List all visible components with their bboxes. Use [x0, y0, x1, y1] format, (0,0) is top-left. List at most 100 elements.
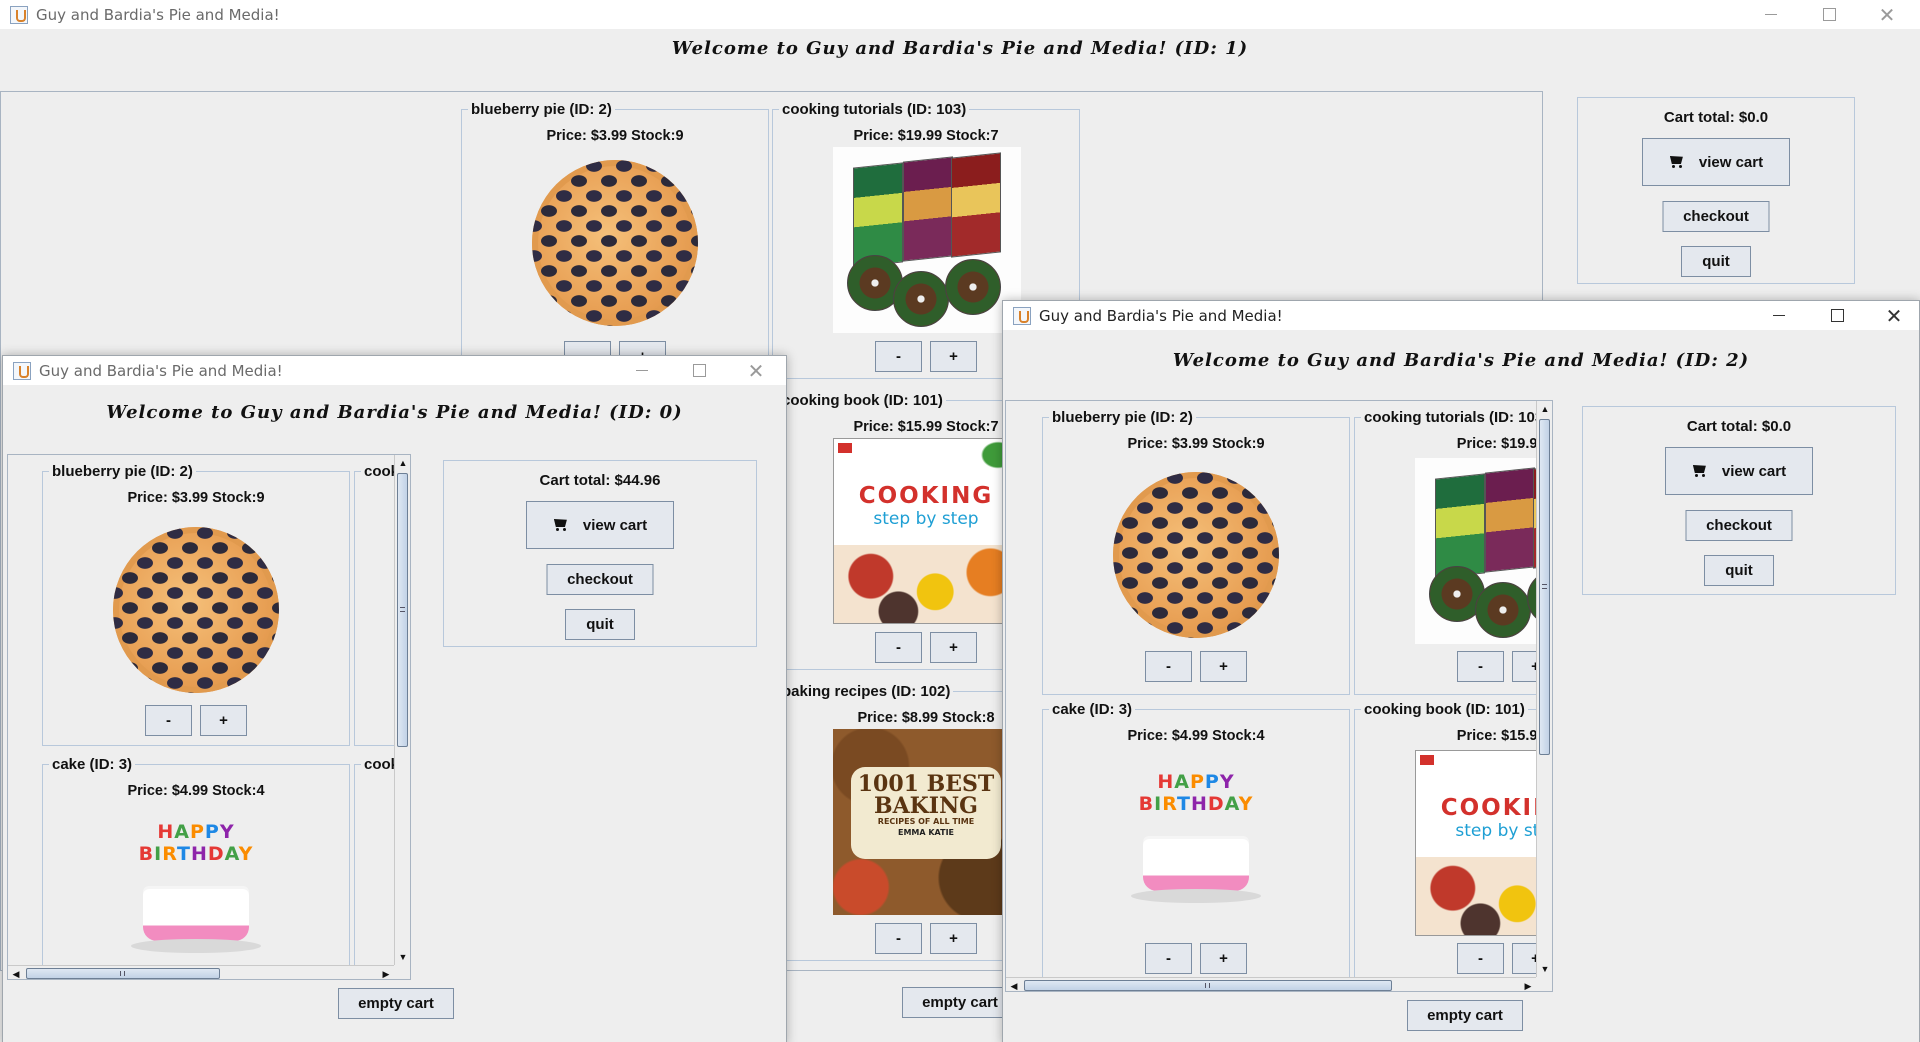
shopping-cart-icon	[1692, 464, 1708, 478]
quit-button[interactable]: quit	[1704, 555, 1774, 586]
increase-button[interactable]: +	[200, 705, 247, 736]
empty-cart-button[interactable]: empty cart	[902, 987, 1018, 1018]
cart-total: Cart total: $0.0	[1686, 418, 1792, 435]
cart-panel: Cart total: $0.0 view cart checkout quit	[1577, 97, 1855, 284]
scroll-up-icon[interactable]: ▲	[1537, 401, 1552, 417]
quit-button[interactable]: quit	[565, 609, 635, 640]
product-price: Price: $15.99 S	[1456, 728, 1553, 744]
close-icon[interactable]: ✕	[1858, 0, 1916, 29]
maximize-icon[interactable]	[1808, 301, 1866, 330]
view-cart-label: view cart	[1698, 153, 1764, 171]
title-bar: Guy and Bardia's Pie and Media! ✕	[1003, 301, 1919, 330]
product-price: Price: $3.99 Stock:9	[127, 490, 265, 506]
minimize-icon[interactable]	[613, 356, 671, 385]
welcome-heading: Welcome to Guy and Bardia's Pie and Medi…	[106, 402, 683, 423]
vertical-scrollbar[interactable]: ▲ ▼	[394, 455, 410, 965]
scroll-right-icon[interactable]: ▶	[378, 966, 394, 979]
product-name: blueberry pie (ID: 2)	[49, 463, 196, 480]
product-card: cake (ID: 3) Price: $4.99 Stock:4 HAPPY …	[1042, 701, 1350, 991]
decrease-button[interactable]: -	[1145, 943, 1192, 974]
vertical-scrollbar[interactable]: ▲ ▼	[1536, 401, 1552, 977]
blueberry-pie-image	[113, 527, 279, 693]
cooking-book-image: COOKING step by step	[1415, 750, 1553, 936]
product-name: cooking tutorials (ID: 103	[1361, 409, 1547, 426]
cooking-tutorials-image	[833, 147, 1021, 333]
close-icon[interactable]: ✕	[1865, 301, 1919, 330]
scroll-up-icon[interactable]: ▲	[395, 455, 410, 471]
increase-button[interactable]: +	[1200, 943, 1247, 974]
product-price: Price: $4.99 Stock:4	[127, 783, 265, 799]
product-name: cake (ID: 3)	[49, 756, 136, 773]
blueberry-pie-image	[532, 160, 698, 326]
decrease-button[interactable]: -	[1145, 651, 1192, 682]
scroll-left-icon[interactable]: ◀	[8, 966, 24, 979]
checkout-button[interactable]: checkout	[1662, 201, 1770, 232]
minimize-icon[interactable]	[1742, 0, 1800, 29]
cooking-book-subtitle: step by step	[873, 509, 979, 529]
products-scroll-pane[interactable]: blueberry pie (ID: 2) Price: $3.99 Stock…	[1005, 400, 1553, 992]
product-name: cooking book (ID: 101)	[779, 392, 946, 409]
title-bar: Guy and Bardia's Pie and Media! ✕	[0, 0, 1920, 29]
vertical-scroll-thumb[interactable]	[397, 473, 408, 747]
baking-author: EMMA KATIE	[897, 828, 955, 837]
baking-title-line2: BAKING	[874, 793, 978, 819]
product-card: blueberry pie (ID: 2) Price: $3.99 Stock…	[1042, 409, 1350, 695]
window-title: Guy and Bardia's Pie and Media!	[36, 5, 280, 24]
cooking-book-image: COOKING step by step	[833, 438, 1019, 624]
cooking-book-subtitle: step by step	[1455, 821, 1553, 841]
decrease-button[interactable]: -	[145, 705, 192, 736]
horizontal-scrollbar[interactable]: ◀ ▶	[1006, 977, 1536, 991]
shop-window-id0: Guy and Bardia's Pie and Media! ✕ Welcom…	[2, 355, 787, 1042]
window-title: Guy and Bardia's Pie and Media!	[39, 361, 283, 380]
decrease-button[interactable]: -	[875, 923, 922, 954]
checkout-button[interactable]: checkout	[1685, 510, 1793, 541]
cooking-book-title: COOKING	[1440, 795, 1552, 821]
horizontal-scrollbar[interactable]: ◀ ▶	[8, 965, 394, 979]
product-card: cooking book (ID: 101) Price: $15.99 S C…	[1354, 701, 1553, 991]
product-price: Price: $4.99 Stock:4	[1127, 728, 1265, 744]
product-name: blueberry pie (ID: 2)	[1049, 409, 1196, 426]
product-card: cooking tutorials (ID: 103 Price: $19.99…	[1354, 409, 1552, 695]
product-name: baking recipes (ID: 102)	[779, 683, 954, 700]
horizontal-scroll-thumb[interactable]	[1024, 980, 1392, 991]
blueberry-pie-image	[1113, 472, 1279, 638]
empty-cart-button[interactable]: empty cart	[1407, 1000, 1523, 1031]
scroll-right-icon[interactable]: ▶	[1520, 978, 1536, 991]
empty-cart-button[interactable]: empty cart	[338, 988, 454, 1019]
cooking-tutorials-image	[1415, 458, 1552, 644]
increase-button[interactable]: +	[930, 632, 977, 663]
cooking-book-title: COOKING	[858, 483, 994, 509]
restore-icon[interactable]	[1800, 0, 1858, 29]
close-icon[interactable]: ✕	[727, 356, 785, 385]
scroll-left-icon[interactable]: ◀	[1006, 978, 1022, 991]
checkout-button[interactable]: checkout	[546, 564, 654, 595]
shop-window-id2: Guy and Bardia's Pie and Media! ✕ Welcom…	[1002, 300, 1920, 1042]
view-cart-button[interactable]: view cart	[1642, 138, 1790, 186]
scroll-down-icon[interactable]: ▼	[395, 949, 410, 965]
cart-panel: Cart total: $0.0 view cart checkout quit	[1582, 406, 1896, 595]
title-bar: Guy and Bardia's Pie and Media! ✕	[3, 356, 786, 385]
increase-button[interactable]: +	[1200, 651, 1247, 682]
vertical-scroll-thumb[interactable]	[1539, 419, 1550, 755]
cart-panel: Cart total: $44.96 view cart checkout qu…	[443, 460, 757, 647]
products-scroll-pane[interactable]: blueberry pie (ID: 2) Price: $3.99 Stock…	[7, 454, 411, 980]
maximize-icon[interactable]	[670, 356, 728, 385]
increase-button[interactable]: +	[930, 341, 977, 372]
product-price: Price: $3.99 Stock:9	[546, 128, 684, 144]
welcome-heading: Welcome to Guy and Bardia's Pie and Medi…	[1172, 350, 1750, 371]
minimize-icon[interactable]	[1750, 301, 1808, 330]
view-cart-button[interactable]: view cart	[1665, 447, 1813, 495]
decrease-button[interactable]: -	[875, 632, 922, 663]
decrease-button[interactable]: -	[1457, 943, 1504, 974]
cart-total: Cart total: $44.96	[539, 472, 661, 489]
shopping-cart-icon	[553, 518, 569, 532]
decrease-button[interactable]: -	[1457, 651, 1504, 682]
quit-button[interactable]: quit	[1681, 246, 1751, 277]
product-name: blueberry pie (ID: 2)	[468, 101, 615, 118]
horizontal-scroll-thumb[interactable]	[26, 968, 220, 979]
increase-button[interactable]: +	[930, 923, 977, 954]
view-cart-button[interactable]: view cart	[526, 501, 674, 549]
scroll-down-icon[interactable]: ▼	[1537, 961, 1552, 977]
product-card: blueberry pie (ID: 2) Price: $3.99 Stock…	[461, 101, 769, 372]
decrease-button[interactable]: -	[875, 341, 922, 372]
